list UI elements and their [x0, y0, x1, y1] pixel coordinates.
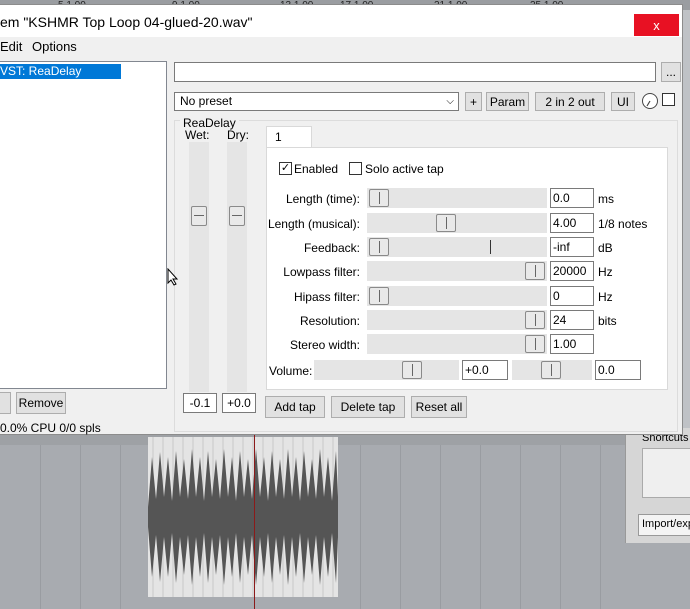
- slider-thumb[interactable]: [369, 189, 389, 207]
- param-label: Length (musical):: [267, 217, 360, 231]
- feedback-marker: [490, 240, 491, 254]
- plugin-path-field[interactable]: [174, 62, 656, 82]
- wet-knob-icon[interactable]: [641, 92, 659, 110]
- slider-thumb[interactable]: [369, 238, 389, 256]
- tab-tap-1[interactable]: 1: [266, 126, 312, 148]
- browse-button[interactable]: ...: [661, 62, 681, 82]
- shortcuts-box[interactable]: [642, 448, 690, 498]
- grid-line: [600, 435, 601, 609]
- resolution-slider[interactable]: [367, 310, 547, 330]
- param-label: Resolution:: [299, 314, 360, 328]
- close-button[interactable]: x: [634, 14, 679, 36]
- grid-line: [360, 435, 361, 609]
- length-musical-field[interactable]: 4.00: [550, 213, 594, 233]
- arrange-view[interactable]: [0, 435, 690, 609]
- dry-label: Dry:: [227, 128, 249, 142]
- grid-line: [560, 435, 561, 609]
- grid-line: [40, 435, 41, 609]
- resolution-field[interactable]: 24: [550, 310, 594, 330]
- wet-value-field[interactable]: -0.1: [183, 393, 217, 413]
- stereo-width-field[interactable]: 1.00: [550, 334, 594, 354]
- wet-slider-thumb[interactable]: [191, 206, 207, 226]
- slider-thumb[interactable]: [525, 262, 545, 280]
- ui-button[interactable]: UI: [611, 92, 635, 111]
- enabled-checkbox[interactable]: ✓: [279, 162, 292, 175]
- param-button[interactable]: Param: [486, 92, 529, 111]
- fx-window: em "KSHMR Top Loop 04-glued-20.wav" x Ed…: [0, 4, 683, 435]
- lowpass-field[interactable]: 20000: [550, 261, 594, 281]
- fx-chain-list[interactable]: VST: ReaDelay (Cockos): [0, 61, 167, 389]
- param-label: Lowpass filter:: [283, 265, 360, 279]
- waveform: [148, 437, 338, 597]
- wet-slider[interactable]: [189, 142, 209, 392]
- unit-label: bits: [598, 314, 617, 328]
- volume-slider[interactable]: [314, 360, 459, 380]
- slider-thumb[interactable]: [525, 311, 545, 329]
- slider-thumb[interactable]: [525, 335, 545, 353]
- enabled-label: Enabled: [294, 162, 339, 176]
- slider-thumb[interactable]: [402, 361, 422, 379]
- chevron-down-icon: ⌵: [446, 96, 454, 107]
- solo-checkbox[interactable]: [349, 162, 362, 175]
- menu-edit[interactable]: Edit: [0, 39, 22, 54]
- volume-field[interactable]: +0.0: [462, 360, 508, 380]
- unit-label: Hz: [598, 290, 613, 304]
- length-musical-slider[interactable]: [367, 213, 547, 233]
- volume-label: Volume:: [269, 364, 313, 378]
- grid-line: [440, 435, 441, 609]
- add-preset-button[interactable]: +: [465, 92, 482, 111]
- fx-list-item[interactable]: VST: ReaDelay (Cockos): [0, 64, 121, 93]
- side-panel: Shortcuts Import/exp: [625, 428, 690, 543]
- bypass-checkbox[interactable]: [662, 93, 675, 106]
- grid-line: [120, 435, 121, 609]
- hipass-slider[interactable]: [367, 286, 547, 306]
- reset-all-button[interactable]: Reset all: [411, 396, 467, 418]
- stereo-width-slider[interactable]: [367, 334, 547, 354]
- feedback-slider[interactable]: [367, 237, 547, 257]
- hipass-field[interactable]: 0: [550, 286, 594, 306]
- delete-tap-button[interactable]: Delete tap: [331, 396, 405, 418]
- preset-dropdown[interactable]: No preset ⌵: [174, 92, 459, 111]
- title-bar[interactable]: em "KSHMR Top Loop 04-glued-20.wav" x: [0, 5, 682, 37]
- play-cursor: [254, 435, 255, 609]
- slider-thumb[interactable]: [369, 287, 389, 305]
- routing-button[interactable]: 2 in 2 out: [535, 92, 605, 111]
- wet-label: Wet:: [185, 128, 210, 142]
- solo-label: Solo active tap: [365, 162, 444, 176]
- param-label: Stereo width:: [289, 338, 360, 352]
- slider-thumb[interactable]: [541, 361, 561, 379]
- cpu-status: 0.0% CPU 0/0 spls: [0, 421, 101, 435]
- grid-line: [80, 435, 81, 609]
- dry-value-field[interactable]: +0.0: [222, 393, 256, 413]
- param-label: Feedback:: [303, 241, 360, 255]
- pan-field[interactable]: 0.0: [595, 360, 641, 380]
- grid-line: [520, 435, 521, 609]
- unit-label: dB: [598, 241, 613, 255]
- track-header-strip: [0, 435, 690, 445]
- add-tap-button[interactable]: Add tap: [265, 396, 325, 418]
- add-fx-button[interactable]: [0, 392, 11, 414]
- length-time-field[interactable]: 0.0: [550, 188, 594, 208]
- remove-button[interactable]: Remove: [16, 392, 66, 414]
- menu-options[interactable]: Options: [32, 39, 77, 54]
- preset-value: No preset: [180, 94, 233, 108]
- pan-slider[interactable]: [512, 360, 592, 380]
- slider-thumb[interactable]: [436, 214, 456, 232]
- unit-label: 1/8 notes: [598, 217, 648, 231]
- grid-line: [400, 435, 401, 609]
- audio-item[interactable]: [148, 437, 338, 597]
- param-label: Hipass filter:: [293, 290, 360, 304]
- feedback-field[interactable]: -inf: [550, 237, 594, 257]
- unit-label: ms: [598, 192, 614, 206]
- window-title: em "KSHMR Top Loop 04-glued-20.wav": [0, 14, 253, 30]
- length-time-slider[interactable]: [367, 188, 547, 208]
- import-export-button[interactable]: Import/exp: [638, 514, 690, 536]
- unit-label: Hz: [598, 265, 613, 279]
- lowpass-slider[interactable]: [367, 261, 547, 281]
- grid-line: [480, 435, 481, 609]
- param-label: Length (time):: [285, 192, 360, 206]
- mouse-cursor-icon: [167, 267, 179, 289]
